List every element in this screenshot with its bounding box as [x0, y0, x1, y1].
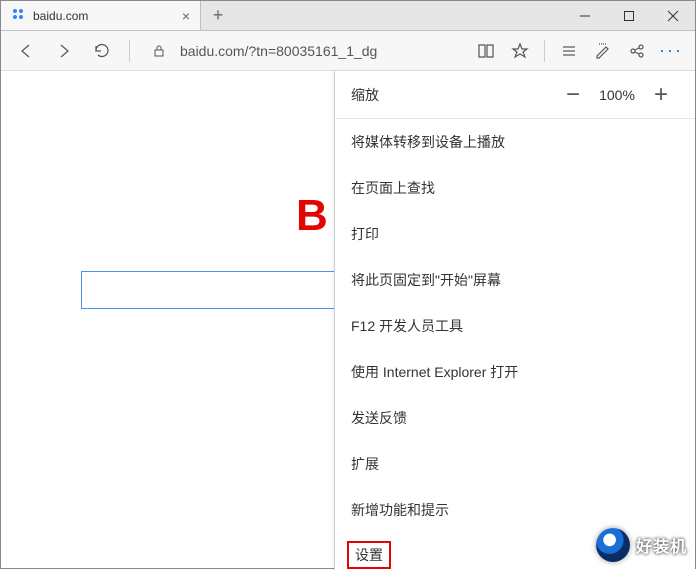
- browser-tab[interactable]: baidu.com ×: [1, 1, 201, 30]
- zoom-label: 缩放: [351, 85, 555, 105]
- menu-item-whatsnew[interactable]: 新增功能和提示: [335, 487, 695, 533]
- menu-item-find[interactable]: 在页面上查找: [335, 165, 695, 211]
- tab-bar: baidu.com × +: [1, 1, 695, 31]
- watermark-eye-icon: [596, 528, 630, 562]
- menu-item-devtools[interactable]: F12 开发人员工具: [335, 303, 695, 349]
- maximize-button[interactable]: [607, 1, 651, 30]
- zoom-value: 100%: [591, 87, 643, 103]
- favorites-icon[interactable]: [504, 34, 536, 68]
- watermark-text: 好装机: [636, 533, 687, 557]
- toolbar: baidu.com/?tn=80035161_1_dg ···: [1, 31, 695, 71]
- address-bar[interactable]: baidu.com/?tn=80035161_1_dg: [176, 37, 466, 65]
- back-button[interactable]: [9, 34, 43, 68]
- window-controls: [563, 1, 695, 30]
- menu-item-extensions[interactable]: 扩展: [335, 441, 695, 487]
- toolbar-right: ···: [470, 34, 687, 68]
- zoom-in-button[interactable]: +: [643, 81, 679, 109]
- notes-icon[interactable]: [587, 34, 619, 68]
- zoom-row: 缩放 − 100% +: [335, 71, 695, 119]
- hub-icon[interactable]: [553, 34, 585, 68]
- new-tab-button[interactable]: +: [201, 1, 235, 30]
- forward-button[interactable]: [47, 34, 81, 68]
- watermark: 好装机: [596, 528, 687, 562]
- menu-item-open-ie[interactable]: 使用 Internet Explorer 打开: [335, 349, 695, 395]
- menu-item-print[interactable]: 打印: [335, 211, 695, 257]
- close-window-button[interactable]: [651, 1, 695, 30]
- share-icon[interactable]: [621, 34, 653, 68]
- menu-item-cast[interactable]: 将媒体转移到设备上播放: [335, 119, 695, 165]
- baidu-favicon-icon: [11, 7, 25, 24]
- baidu-logo: B: [296, 191, 328, 241]
- menu-item-feedback[interactable]: 发送反馈: [335, 395, 695, 441]
- menu-item-settings[interactable]: 设置: [347, 541, 391, 569]
- minimize-button[interactable]: [563, 1, 607, 30]
- reading-view-icon[interactable]: [470, 34, 502, 68]
- menu-item-pin-start[interactable]: 将此页固定到"开始"屏幕: [335, 257, 695, 303]
- settings-menu: 缩放 − 100% + 将媒体转移到设备上播放 在页面上查找 打印 将此页固定到…: [334, 71, 695, 570]
- lock-icon: [146, 44, 172, 58]
- more-menu-button[interactable]: ···: [655, 34, 687, 68]
- zoom-out-button[interactable]: −: [555, 81, 591, 109]
- tab-close-button[interactable]: ×: [182, 8, 190, 24]
- toolbar-divider: [129, 40, 130, 62]
- toolbar-divider-2: [544, 40, 545, 62]
- refresh-button[interactable]: [85, 34, 119, 68]
- tab-title: baidu.com: [33, 9, 88, 23]
